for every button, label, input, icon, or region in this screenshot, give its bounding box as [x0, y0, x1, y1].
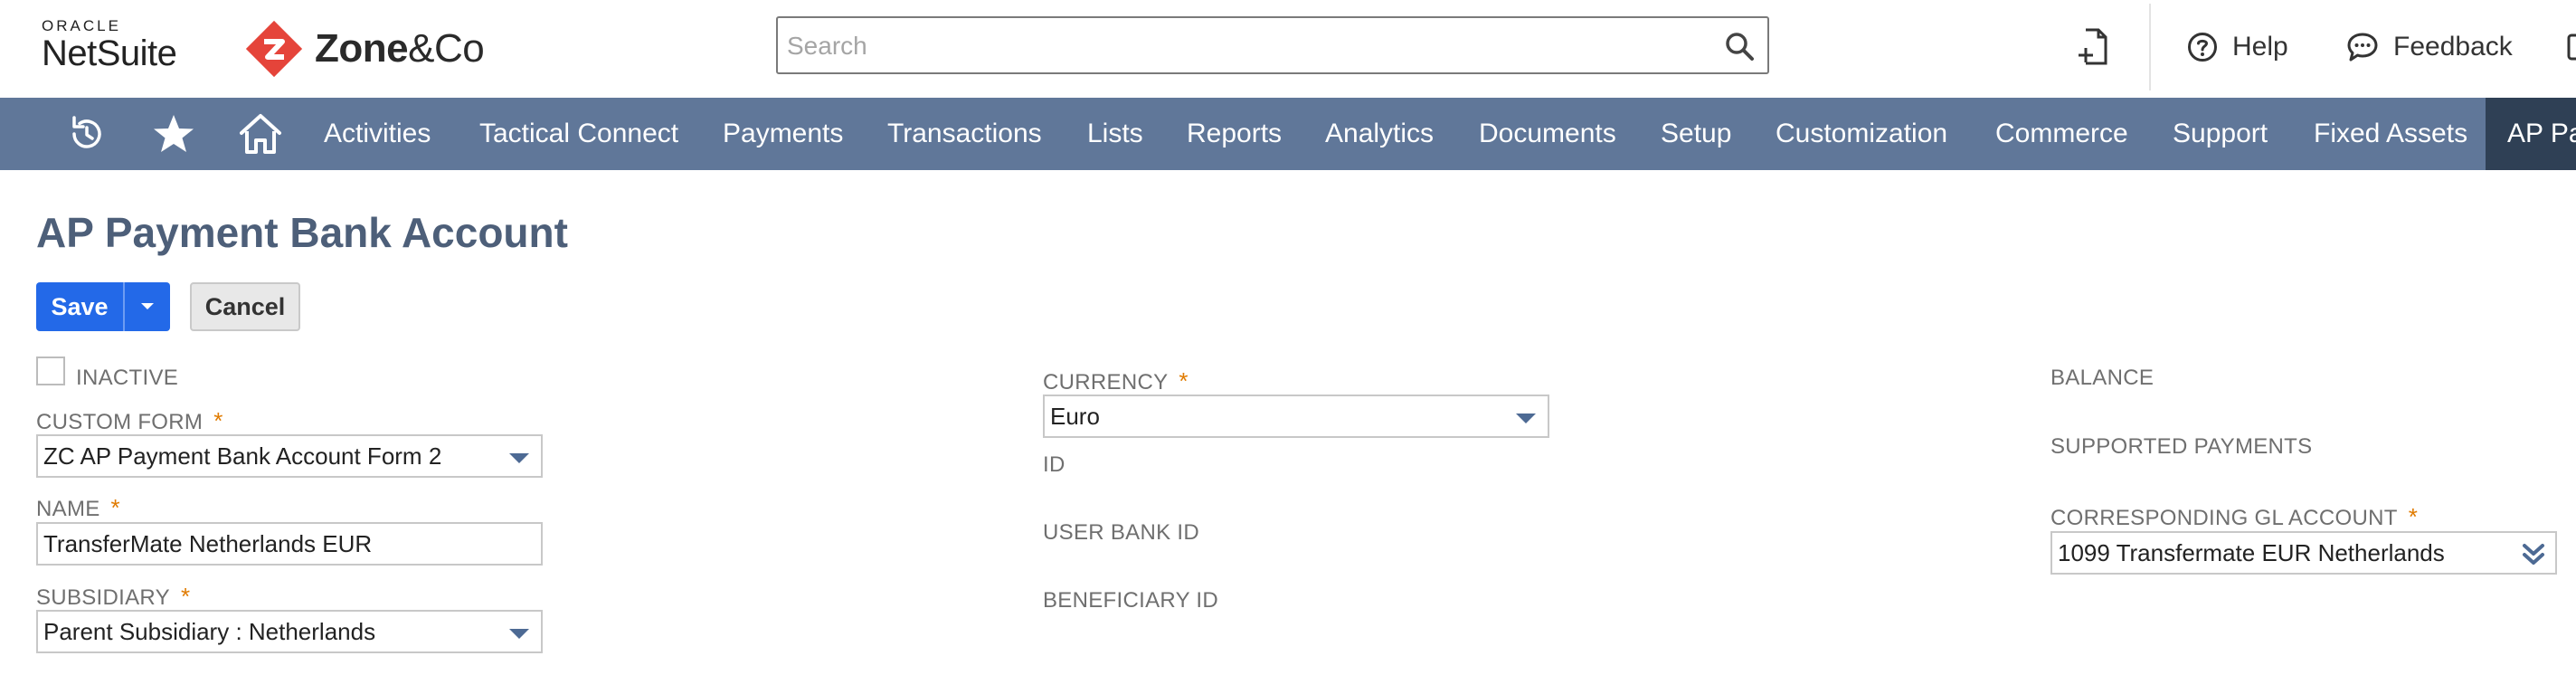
nav-item-fixed-assets[interactable]: Fixed Assets: [2314, 98, 2467, 170]
home-icon[interactable]: [237, 110, 284, 157]
netsuite-logo[interactable]: ORACLE NetSuite: [42, 17, 177, 73]
header-divider: [2149, 4, 2151, 90]
corresponding-gl-account-select[interactable]: 1099 Transfermate EUR Netherlands: [2050, 531, 2557, 575]
save-button-group: Save: [36, 282, 170, 331]
nav-item-tactical-connect[interactable]: Tactical Connect: [479, 98, 678, 170]
user-menu-icon[interactable]: [2567, 24, 2576, 71]
nav-item-reports[interactable]: Reports: [1187, 98, 1282, 170]
save-button[interactable]: Save: [36, 282, 125, 331]
custom-form-value: ZC AP Payment Bank Account Form 2: [43, 442, 442, 470]
custom-form-select[interactable]: ZC AP Payment Bank Account Form 2: [36, 434, 543, 478]
required-asterisk: *: [1179, 367, 1189, 395]
nav-item-activities[interactable]: Activities: [324, 98, 431, 170]
help-label: Help: [2232, 32, 2288, 62]
inactive-label: INACTIVE: [76, 366, 179, 390]
feedback-label: Feedback: [2393, 32, 2513, 62]
search-icon[interactable]: [1724, 31, 1755, 62]
beneficiary-id-label: BENEFICIARY ID: [1043, 588, 1219, 613]
help-icon: [2188, 33, 2217, 62]
dropdown-arrow-icon: [509, 453, 529, 463]
save-options-dropdown[interactable]: [125, 282, 170, 331]
dropdown-arrow-icon: [1516, 414, 1536, 423]
zone-logo-mark-icon: [244, 19, 304, 79]
nav-item-payments[interactable]: Payments: [723, 98, 843, 170]
double-chevron-down-icon: [2523, 544, 2544, 565]
nav-item-lists[interactable]: Lists: [1087, 98, 1143, 170]
balance-label: BALANCE: [2050, 366, 2155, 390]
subsidiary-value: Parent Subsidiary : Netherlands: [43, 618, 376, 645]
chevron-down-icon: [141, 303, 154, 309]
top-header: ORACLE NetSuite Zone&Co Search Help Feed…: [0, 0, 2576, 98]
subsidiary-select[interactable]: Parent Subsidiary : Netherlands: [36, 610, 543, 653]
required-asterisk: *: [110, 494, 120, 521]
feedback-button[interactable]: Feedback: [2346, 24, 2513, 71]
nav-item-support[interactable]: Support: [2173, 98, 2268, 170]
corresponding-gl-account-label: CORRESPONDING GL ACCOUNT *: [2050, 503, 2419, 530]
zone-co-wordmark: Zone&Co: [315, 26, 485, 71]
inactive-checkbox[interactable]: [36, 357, 65, 385]
nav-item-ap-payments[interactable]: AP Pa: [2486, 98, 2576, 170]
star-icon[interactable]: [150, 110, 197, 157]
zone-co-logo[interactable]: Zone&Co: [244, 18, 485, 80]
id-label: ID: [1043, 452, 1065, 477]
nav-item-analytics[interactable]: Analytics: [1325, 98, 1434, 170]
oracle-wordmark: ORACLE: [42, 17, 121, 34]
netsuite-wordmark: NetSuite: [42, 33, 177, 73]
main-navigation: Activities Tactical Connect Payments Tra…: [0, 98, 2576, 170]
currency-select[interactable]: Euro: [1043, 395, 1549, 438]
dropdown-arrow-icon: [509, 629, 529, 639]
name-input[interactable]: TransferMate Netherlands EUR: [36, 522, 543, 566]
required-asterisk: *: [180, 583, 191, 610]
help-button[interactable]: Help: [2187, 24, 2288, 71]
recent-records-icon[interactable]: [63, 110, 110, 157]
nav-item-documents[interactable]: Documents: [1479, 98, 1616, 170]
currency-value: Euro: [1050, 403, 1100, 430]
required-asterisk: *: [213, 407, 223, 434]
nav-item-commerce[interactable]: Commerce: [1995, 98, 2128, 170]
feedback-icon: [2347, 33, 2378, 62]
currency-label: CURRENCY *: [1043, 367, 1189, 395]
create-new-button[interactable]: [2075, 24, 2126, 71]
nav-item-transactions[interactable]: Transactions: [887, 98, 1042, 170]
subsidiary-label: SUBSIDIARY *: [36, 583, 191, 610]
custom-form-label: CUSTOM FORM *: [36, 407, 223, 434]
page-title: AP Payment Bank Account: [36, 209, 568, 256]
user-bank-id-label: USER BANK ID: [1043, 520, 1199, 545]
search-input[interactable]: [778, 18, 1693, 74]
required-asterisk: *: [2408, 503, 2419, 530]
nav-item-setup[interactable]: Setup: [1661, 98, 1731, 170]
cancel-button[interactable]: Cancel: [190, 282, 300, 331]
nav-item-customization[interactable]: Customization: [1776, 98, 1947, 170]
name-value: TransferMate Netherlands EUR: [43, 530, 373, 557]
name-label: NAME *: [36, 494, 120, 521]
global-search: [776, 16, 1769, 74]
create-new-icon: [2079, 28, 2107, 65]
corresponding-gl-account-value: 1099 Transfermate EUR Netherlands: [2058, 539, 2445, 566]
supported-payments-label: SUPPORTED PAYMENTS: [2050, 434, 2313, 459]
